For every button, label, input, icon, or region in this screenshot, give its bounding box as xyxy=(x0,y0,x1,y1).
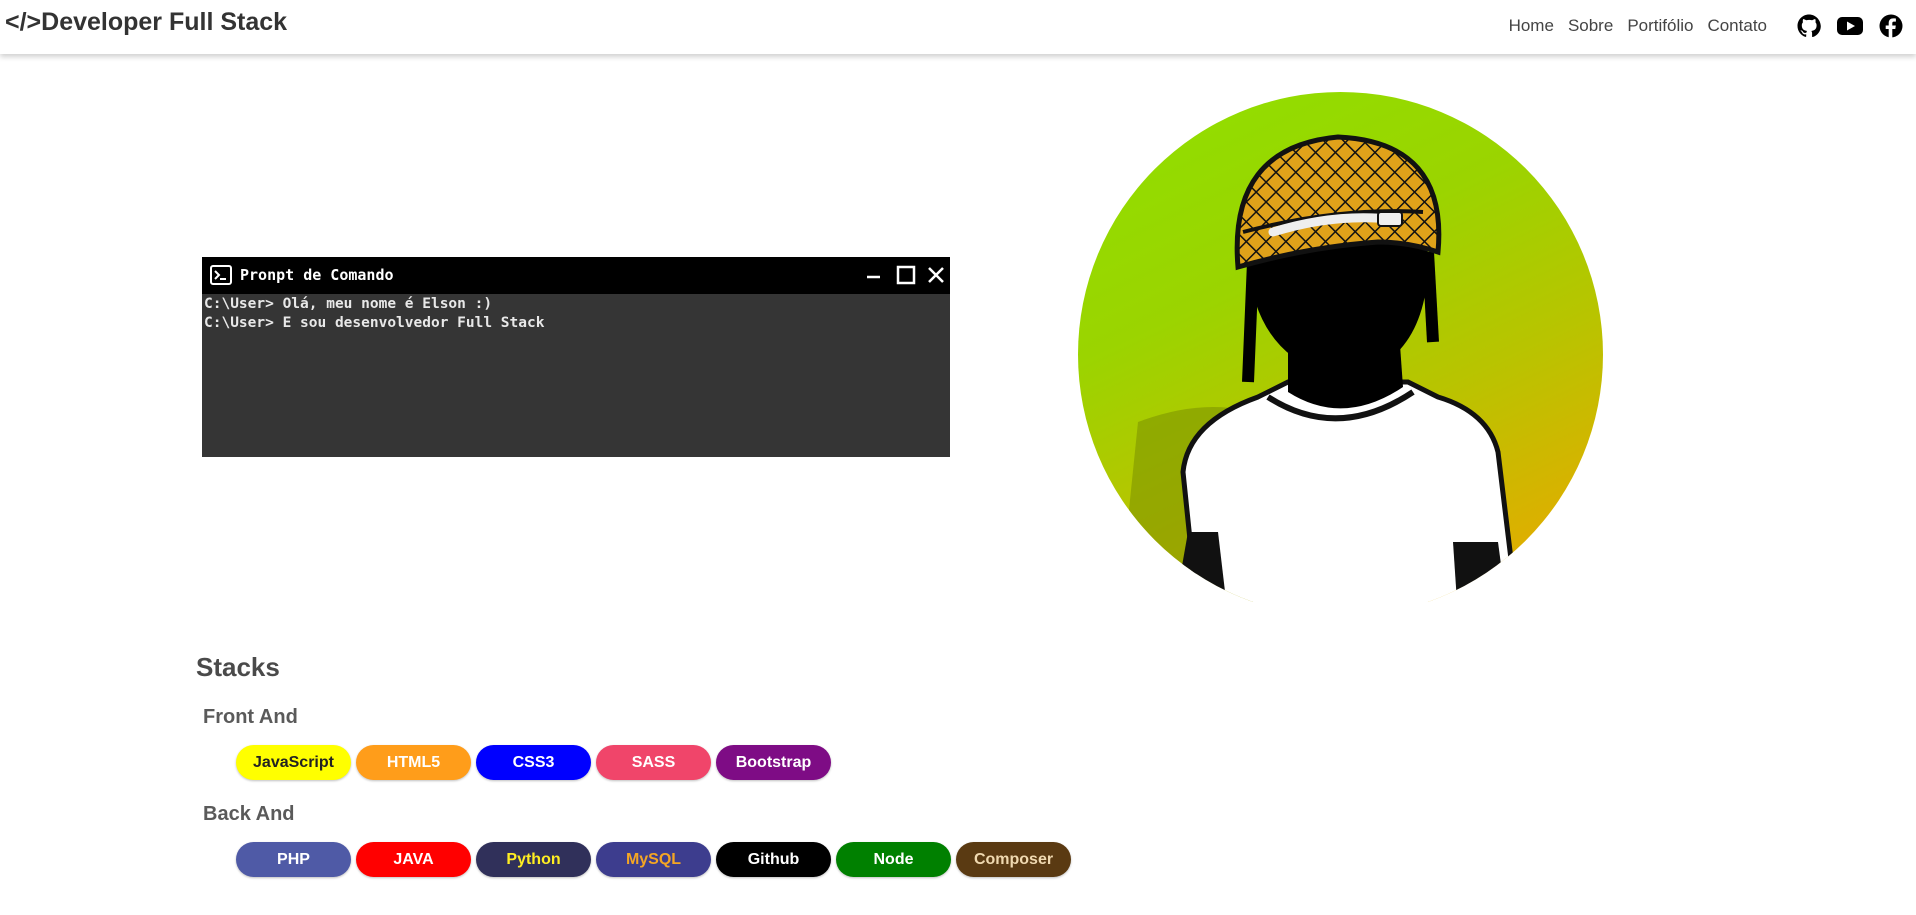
terminal-output: C:\User> Olá, meu nome é Elson :) C:\User… xyxy=(204,295,948,333)
nav-home-link[interactable]: Home xyxy=(1509,16,1554,36)
front-chip-css3[interactable]: CSS3 xyxy=(476,745,591,780)
close-icon[interactable] xyxy=(924,263,948,287)
front-chip-bootstrap[interactable]: Bootstrap xyxy=(716,745,831,780)
page: </>Developer Full Stack Home Sobre Porti… xyxy=(0,0,1916,915)
back-chip-node[interactable]: Node xyxy=(836,842,951,877)
terminal-title: Pronpt de Comando xyxy=(240,266,394,284)
minimize-icon[interactable] xyxy=(862,263,886,287)
back-chip-python[interactable]: Python xyxy=(476,842,591,877)
front-chip-sass[interactable]: SASS xyxy=(596,745,711,780)
facebook-icon[interactable] xyxy=(1878,13,1904,39)
youtube-icon[interactable] xyxy=(1837,13,1863,39)
front-chip-javascript[interactable]: JavaScript xyxy=(236,745,351,780)
terminal-titlebar[interactable]: Pronpt de Comando xyxy=(202,257,950,294)
back-chip-mysql[interactable]: MySQL xyxy=(596,842,711,877)
back-chip-composer[interactable]: Composer xyxy=(956,842,1071,877)
avatar-bottom-fade xyxy=(1060,602,1620,642)
profile-avatar xyxy=(1078,92,1603,617)
terminal-window: Pronpt de Comando C:\User> Olá, meu nome… xyxy=(202,257,950,457)
brand-logo[interactable]: </>Developer Full Stack xyxy=(5,8,287,37)
back-chip-github[interactable]: Github xyxy=(716,842,831,877)
top-navbar: </>Developer Full Stack Home Sobre Porti… xyxy=(0,0,1916,54)
maximize-icon[interactable] xyxy=(894,263,918,287)
nav-contato-link[interactable]: Contato xyxy=(1707,16,1767,36)
nav-sobre-link[interactable]: Sobre xyxy=(1568,16,1613,36)
back-chip-java[interactable]: JAVA xyxy=(356,842,471,877)
back-end-chips: PHP JAVA Python MySQL Github Node Composer xyxy=(236,842,1076,877)
front-chip-html5[interactable]: HTML5 xyxy=(356,745,471,780)
terminal-icon xyxy=(210,265,232,285)
nav-menu: Home Sobre Portifólio Contato xyxy=(1509,10,1904,42)
avatar-illustration xyxy=(1118,134,1521,617)
nav-portifolio-link[interactable]: Portifólio xyxy=(1627,16,1693,36)
stacks-heading: Stacks xyxy=(196,652,280,682)
front-end-chips: JavaScript HTML5 CSS3 SASS Bootstrap xyxy=(236,745,836,780)
terminal-line: C:\User> E sou desenvolvedor Full Stack xyxy=(204,315,545,331)
front-end-heading: Front And xyxy=(203,706,298,728)
github-icon[interactable] xyxy=(1796,13,1822,39)
terminal-line: C:\User> Olá, meu nome é Elson :) xyxy=(204,296,493,312)
back-chip-php[interactable]: PHP xyxy=(236,842,351,877)
back-end-heading: Back And xyxy=(203,803,295,825)
